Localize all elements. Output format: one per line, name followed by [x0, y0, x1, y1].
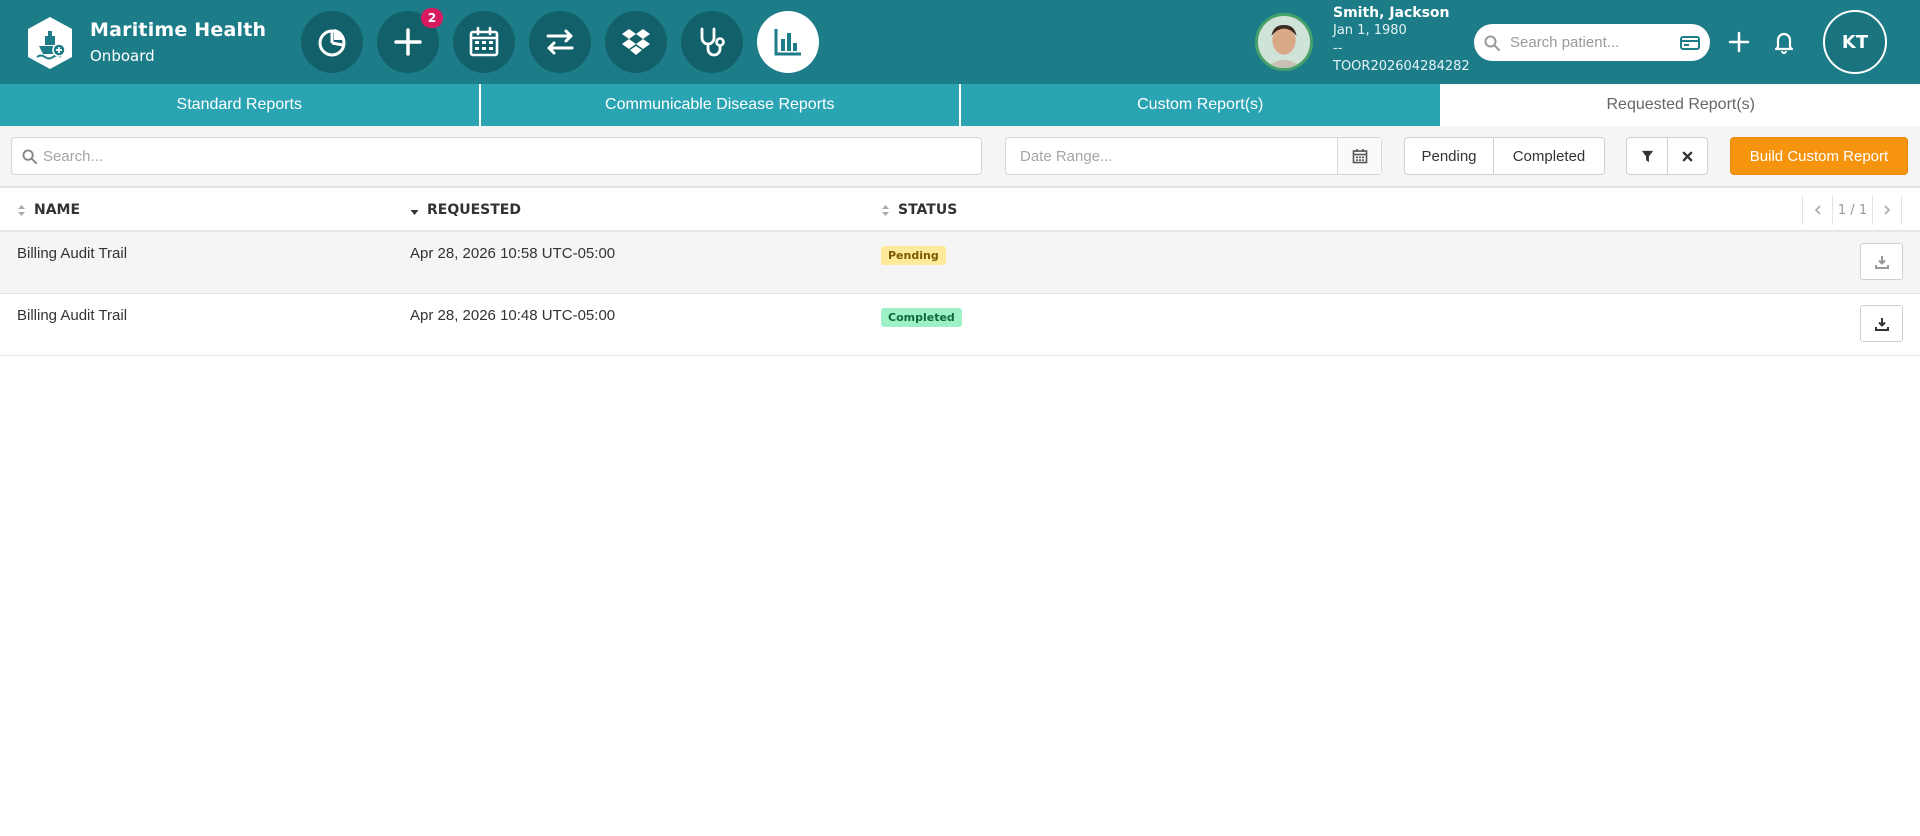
status-badge: Pending [881, 246, 946, 265]
column-header-requested[interactable]: REQUESTED [410, 190, 521, 230]
report-name: Billing Audit Trail [17, 245, 128, 262]
tab-standard-reports[interactable]: Standard Reports [0, 84, 481, 126]
report-search-input[interactable] [43, 147, 971, 165]
search-icon [22, 148, 37, 164]
id-card-icon[interactable] [1680, 35, 1700, 51]
patient-avatar[interactable] [1255, 13, 1313, 71]
clear-filter-button[interactable] [1667, 138, 1707, 174]
dropbox-icon [622, 29, 650, 55]
download-icon [1874, 317, 1889, 331]
pie-chart-icon [318, 29, 346, 57]
column-header-name[interactable]: NAME [17, 190, 80, 230]
column-header-status[interactable]: STATUS [881, 190, 957, 230]
add-icon[interactable] [1727, 29, 1751, 55]
report-requested: Apr 28, 2026 10:58 UTC-05:00 [410, 245, 616, 262]
sort-descending-icon [410, 209, 419, 215]
nav-dashboard-button[interactable] [301, 11, 363, 73]
patient-search-input[interactable] [1510, 34, 1670, 51]
nav-transfer-button[interactable] [529, 11, 591, 73]
date-picker-button[interactable] [1337, 138, 1381, 174]
filter-icon [1641, 150, 1653, 162]
calendar-icon [1352, 149, 1367, 164]
download-icon [1874, 255, 1889, 269]
search-icon [1484, 35, 1500, 51]
plus-icon [394, 28, 422, 56]
report-name: Billing Audit Trail [17, 307, 128, 324]
download-button[interactable] [1860, 305, 1903, 342]
table-row[interactable]: Billing Audit Trail Apr 28, 2026 10:58 U… [0, 232, 1920, 294]
column-label-status: STATUS [898, 202, 958, 218]
patient-extra: -- [1333, 41, 1343, 56]
report-toolbar: Pending Completed Build Custom Report [0, 126, 1920, 188]
ship-shield-icon[interactable] [26, 16, 74, 70]
build-custom-report-button[interactable]: Build Custom Report [1730, 137, 1908, 175]
download-button[interactable] [1860, 243, 1903, 280]
sort-icon [882, 204, 889, 216]
patient-search-box[interactable] [1474, 24, 1710, 61]
close-icon [1682, 151, 1693, 161]
chevron-right-icon [1884, 205, 1891, 215]
date-range-field[interactable] [1005, 137, 1382, 175]
nav-reports-button[interactable] [757, 11, 819, 73]
next-page-button[interactable] [1872, 195, 1902, 225]
nav-calendar-button[interactable] [453, 11, 515, 73]
top-navigation-bar: Maritime Health Onboard 2 Smith, Jackson… [0, 0, 1920, 84]
table-header: NAME REQUESTED STATUS 1 / 1 [0, 190, 1920, 232]
user-avatar[interactable]: KT [1823, 10, 1887, 74]
status-filter-group: Pending Completed [1404, 137, 1605, 175]
completed-filter-button[interactable]: Completed [1493, 138, 1604, 174]
tab-requested-reports[interactable]: Requested Report(s) [1441, 84, 1920, 126]
table-row[interactable]: Billing Audit Trail Apr 28, 2026 10:48 U… [0, 294, 1920, 356]
nav-dropbox-button[interactable] [605, 11, 667, 73]
patient-id: TOOR202604284282 [1333, 59, 1470, 74]
brand-title: Maritime Health [90, 19, 267, 41]
patient-dob: Jan 1, 1980 [1333, 23, 1407, 38]
tab-custom-reports[interactable]: Custom Report(s) [961, 84, 1442, 126]
patient-name[interactable]: Smith, Jackson [1333, 4, 1470, 22]
pending-filter-button[interactable]: Pending [1405, 138, 1493, 174]
brand: Maritime Health Onboard [90, 18, 266, 67]
notification-badge: 2 [421, 8, 443, 28]
column-label-requested: REQUESTED [427, 202, 521, 218]
page-indicator: 1 / 1 [1832, 195, 1872, 225]
report-search-box[interactable] [11, 137, 982, 175]
patient-info: Smith, Jackson Jan 1, 1980 -- TOOR202604… [1333, 4, 1470, 76]
filter-button[interactable] [1627, 138, 1667, 174]
calendar-icon [469, 26, 499, 57]
status-badge: Completed [881, 308, 962, 327]
report-requested: Apr 28, 2026 10:48 UTC-05:00 [410, 307, 616, 324]
sort-icon [18, 204, 25, 216]
bar-chart-icon [774, 29, 801, 56]
column-label-name: NAME [34, 202, 81, 218]
arrows-exchange-icon [546, 29, 574, 55]
chevron-left-icon [1814, 205, 1821, 215]
tab-communicable-disease-reports[interactable]: Communicable Disease Reports [481, 84, 961, 126]
bell-icon[interactable] [1772, 29, 1796, 55]
filter-actions-group [1626, 137, 1708, 175]
nav-add-button[interactable]: 2 [377, 8, 443, 73]
report-tabs: Standard Reports Communicable Disease Re… [0, 84, 1920, 126]
nav-clinical-button[interactable] [681, 11, 743, 73]
stethoscope-icon [700, 27, 725, 57]
brand-subtitle: Onboard [90, 47, 155, 65]
previous-page-button[interactable] [1802, 195, 1832, 225]
pagination: 1 / 1 [1802, 194, 1902, 226]
date-range-input[interactable] [1006, 147, 1337, 165]
